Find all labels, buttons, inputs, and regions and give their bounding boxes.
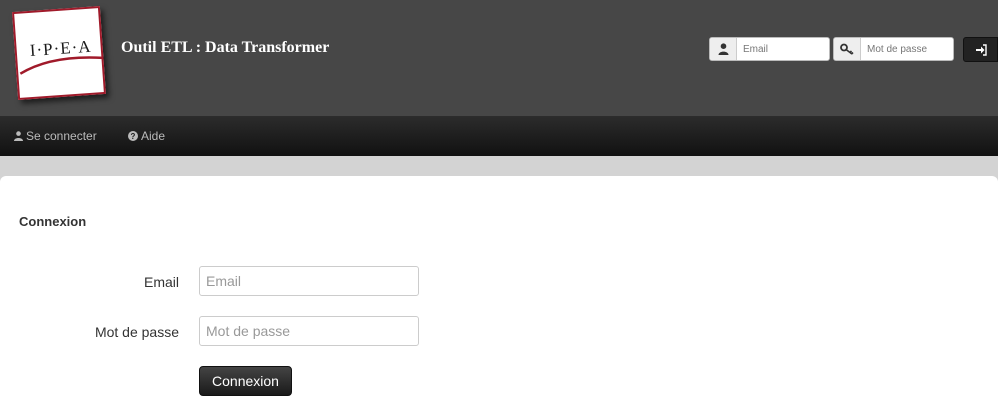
nav-item-se-connecter[interactable]: Se connecter [14,116,97,156]
nav-item-label: Se connecter [26,129,97,143]
header-password-field [833,37,954,61]
svg-text:?: ? [131,132,136,141]
email-label: Email [143,274,179,290]
nav-item-label: Aide [141,129,166,143]
user-icon [14,131,23,141]
header-email-field [709,37,830,61]
header-login-button[interactable] [963,37,998,62]
password-label: Mot de passe [94,324,179,340]
connexion-button[interactable]: Connexion [199,366,292,396]
header-password-input[interactable] [861,38,953,60]
key-icon [834,38,861,60]
sign-in-icon [975,43,987,56]
main-navbar: Se connecter ? Aide [0,116,998,156]
user-icon [710,38,737,60]
ipea-logo: I·P·E·A [12,6,106,100]
app-title: Outil ETL : Data Transformer [121,39,330,56]
question-circle-icon: ? [128,131,138,141]
login-panel: Connexion Email Mot de passe Connexion [0,176,998,407]
top-header: I·P·E·A Outil ETL : Data Transformer [0,0,998,116]
password-input[interactable] [199,316,419,346]
header-email-input[interactable] [737,38,829,60]
nav-item-aide[interactable]: ? Aide [128,116,165,156]
panel-title: Connexion [19,214,87,229]
email-input[interactable] [199,266,419,296]
